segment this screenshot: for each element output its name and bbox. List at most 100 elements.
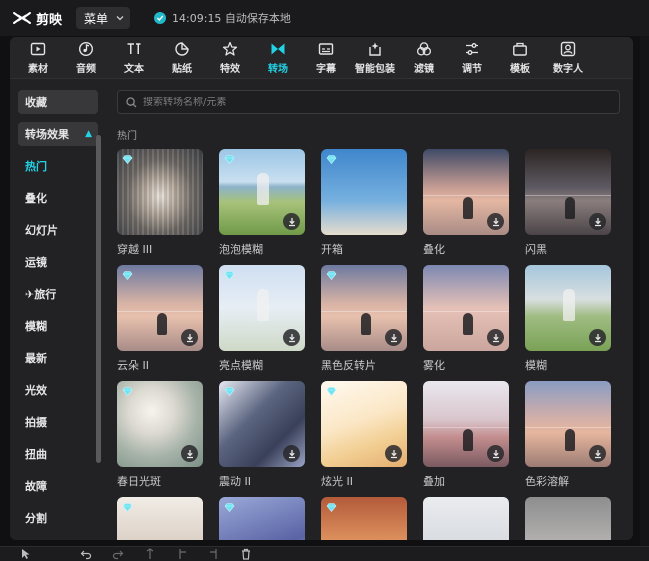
tab-subtitle-label: 字幕 (316, 64, 336, 75)
download-icon[interactable] (181, 445, 198, 462)
transition-thumbnail[interactable] (525, 497, 611, 540)
tab-avatar[interactable]: 数字人 (544, 37, 592, 79)
transition-card[interactable] (117, 497, 203, 540)
tab-template[interactable]: 模板 (496, 37, 544, 79)
download-icon[interactable] (181, 329, 198, 346)
transition-card[interactable] (423, 497, 509, 540)
transition-thumbnail[interactable] (219, 497, 305, 540)
download-icon[interactable] (589, 445, 606, 462)
sidebar-item-split[interactable]: 分割 (18, 506, 98, 530)
sidebar-item-latest[interactable]: 最新 (18, 346, 98, 370)
sidebar-item-glitch[interactable]: 故障 (18, 474, 98, 498)
diamond-vip-icon (122, 153, 133, 164)
sidebar-item-blur[interactable]: 模糊 (18, 314, 98, 338)
download-icon[interactable] (589, 213, 606, 230)
transition-card[interactable]: 雾化 (423, 265, 509, 373)
transition-thumbnail[interactable] (219, 149, 305, 235)
transition-card[interactable] (219, 497, 305, 540)
search-input[interactable] (143, 96, 603, 108)
transition-card[interactable]: 震动 II (219, 381, 305, 489)
transition-thumbnail[interactable] (321, 149, 407, 235)
download-icon[interactable] (283, 445, 300, 462)
sidebar-item-slideshow[interactable]: 幻灯片 (18, 218, 98, 242)
transition-card[interactable]: 模糊 (525, 265, 611, 373)
transition-card[interactable]: 开箱 (321, 149, 407, 257)
transition-card[interactable]: 炫光 II (321, 381, 407, 489)
transition-thumbnail[interactable] (117, 381, 203, 467)
transition-card[interactable]: 叠加 (423, 381, 509, 489)
tab-smart-pack[interactable]: 智能包装 (350, 37, 400, 79)
transition-card[interactable]: 亮点模糊 (219, 265, 305, 373)
effects-icon (221, 40, 239, 58)
transition-thumbnail[interactable] (423, 497, 509, 540)
sidebar-item-label: 故障 (25, 480, 47, 493)
download-icon[interactable] (589, 329, 606, 346)
transition-thumbnail[interactable] (219, 265, 305, 351)
transition-thumbnail[interactable] (117, 497, 203, 540)
transition-thumbnail[interactable] (525, 381, 611, 467)
download-icon[interactable] (487, 445, 504, 462)
tab-subtitle[interactable]: 字幕 (302, 37, 350, 79)
transition-card[interactable]: 春日光斑 (117, 381, 203, 489)
sidebar-item-light[interactable]: 光效 (18, 378, 98, 402)
transition-card[interactable] (525, 497, 611, 540)
window-edge (640, 36, 649, 546)
download-icon[interactable] (283, 213, 300, 230)
search-box[interactable] (117, 90, 620, 114)
transition-card[interactable]: 云朵 II (117, 265, 203, 373)
download-icon[interactable] (487, 213, 504, 230)
tab-transition-label: 转场 (268, 64, 288, 75)
tab-media[interactable]: 素材 (14, 37, 62, 79)
sidebar-item-travel[interactable]: ✈旅行 (18, 282, 98, 306)
transition-card[interactable]: 闪黑 (525, 149, 611, 257)
transition-card[interactable]: 色彩溶解 (525, 381, 611, 489)
delete-icon[interactable] (240, 548, 252, 560)
transition-thumbnail[interactable] (525, 149, 611, 235)
undo-icon[interactable] (80, 548, 92, 560)
menu-button[interactable]: 菜单 (76, 7, 131, 29)
transition-thumbnail[interactable] (423, 381, 509, 467)
redo-icon[interactable] (112, 548, 124, 560)
text-icon (125, 40, 143, 58)
tab-text[interactable]: 文本 (110, 37, 158, 79)
tab-adjust[interactable]: 调节 (448, 37, 496, 79)
download-icon[interactable] (385, 445, 402, 462)
tab-text-label: 文本 (124, 64, 144, 75)
split-icon[interactable] (144, 548, 156, 560)
sidebar-item-shooting[interactable]: 拍摄 (18, 410, 98, 434)
sidebar-item-dissolve[interactable]: 叠化 (18, 186, 98, 210)
download-icon[interactable] (385, 329, 402, 346)
transition-thumbnail[interactable] (321, 265, 407, 351)
sidebar-scrollbar[interactable] (96, 135, 101, 463)
transition-icon (269, 40, 287, 58)
sidebar-item-transition-effects[interactable]: 转场效果 ▲ (18, 122, 98, 146)
transition-thumbnail[interactable] (321, 497, 407, 540)
transition-card[interactable]: 叠化 (423, 149, 509, 257)
transition-thumbnail[interactable] (219, 381, 305, 467)
transition-thumbnail[interactable] (525, 265, 611, 351)
tab-transition[interactable]: 转场 (254, 37, 302, 79)
select-icon[interactable] (20, 548, 32, 560)
tab-effects[interactable]: 特效 (206, 37, 254, 79)
transition-card[interactable]: 穿越 III (117, 149, 203, 257)
sidebar-item-distort[interactable]: 扭曲 (18, 442, 98, 466)
transition-thumbnail[interactable] (423, 149, 509, 235)
sidebar-item-camera-move[interactable]: 运镜 (18, 250, 98, 274)
tab-sticker[interactable]: 贴纸 (158, 37, 206, 79)
transition-thumbnail[interactable] (423, 265, 509, 351)
transition-card[interactable]: 黑色反转片 (321, 265, 407, 373)
split-right-icon[interactable] (208, 548, 220, 560)
download-icon[interactable] (283, 329, 300, 346)
split-left-icon[interactable] (176, 548, 188, 560)
tab-audio[interactable]: 音频 (62, 37, 110, 79)
diamond-vip-icon (326, 385, 337, 396)
transition-thumbnail[interactable] (321, 381, 407, 467)
download-icon[interactable] (487, 329, 504, 346)
transition-thumbnail[interactable] (117, 149, 203, 235)
sidebar-item-hot[interactable]: 热门 (18, 154, 98, 178)
transition-card[interactable]: 泡泡模糊 (219, 149, 305, 257)
tab-filter[interactable]: 滤镜 (400, 37, 448, 79)
transition-card[interactable] (321, 497, 407, 540)
transition-thumbnail[interactable] (117, 265, 203, 351)
sidebar-item-favorites[interactable]: 收藏 (18, 90, 98, 114)
